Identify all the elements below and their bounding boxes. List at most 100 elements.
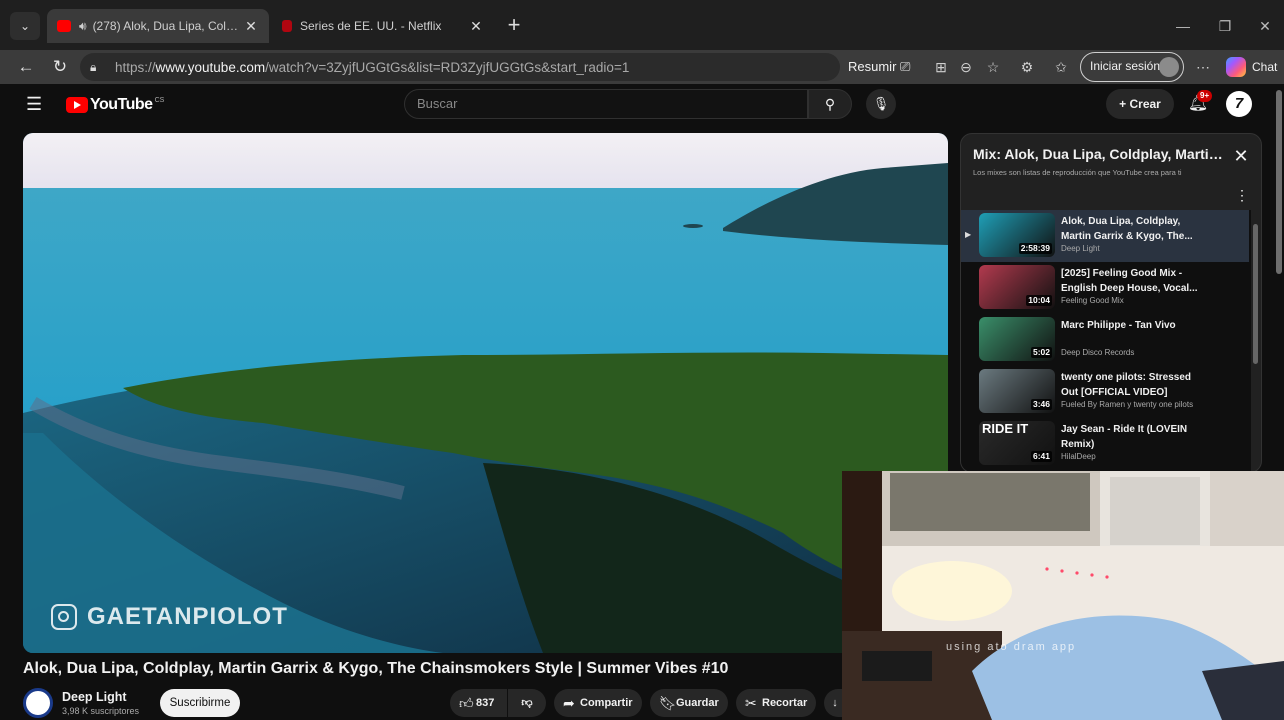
playlist-item-channel: Fueled By Ramen y twenty one pilots — [1061, 400, 1194, 409]
new-tab-icon[interactable]: + — [502, 14, 526, 38]
share-icon: ➦ — [563, 695, 575, 711]
watermark-text: GAETANPIOLOT — [87, 603, 288, 630]
webcam-overlay: using ato dram app — [842, 471, 1284, 720]
playlist-item-channel: HilalDeep — [1061, 452, 1096, 461]
video-title: Alok, Dua Lipa, Coldplay, Martin Garrix … — [23, 660, 729, 677]
playlist-thumbnail: 3:46 — [979, 369, 1055, 413]
clip-label: Recortar — [762, 697, 808, 709]
region-code: CS — [154, 96, 165, 104]
mix-playlist-panel: Mix: Alok, Dua Lipa, Coldplay, Martin Ga… — [960, 133, 1262, 473]
favorites-icon[interactable]: ✩ — [1050, 55, 1072, 79]
back-icon[interactable]: ← — [14, 55, 38, 79]
app-view-icon[interactable]: ⊞ — [930, 55, 952, 79]
browser-tab-netflix[interactable]: Series de EE. UU. - Netflix ✕ — [272, 9, 494, 43]
save-button[interactable]: 🔖︎ Guardar — [650, 689, 728, 717]
thumbnail-text: RIDE IT — [982, 421, 1029, 436]
duration-badge: 2:58:39 — [1018, 243, 1052, 254]
favorite-star-icon[interactable]: ☆ — [982, 55, 1004, 79]
clip-button[interactable]: ✂ Recortar — [736, 689, 816, 717]
subscribe-button[interactable]: Suscribirme — [160, 689, 240, 717]
copilot-chat-button[interactable]: Chat — [1226, 54, 1277, 80]
youtube-logo[interactable]: YouTube CS — [66, 93, 164, 117]
share-button[interactable]: ➦ Compartir — [554, 689, 642, 717]
duration-badge: 3:46 — [1030, 399, 1052, 410]
close-playlist-icon[interactable]: ✕ — [1231, 146, 1251, 166]
browser-tab-bar: ⌄ 🔊︎ (278) Alok, Dua Lipa, Coldplay, M ✕… — [0, 0, 1284, 50]
playlist-item[interactable]: 10:04 [2025] Feeling Good Mix - English D… — [961, 262, 1249, 314]
playlist-item[interactable]: RIDE IT 6:41 Jay Sean - Ride It (LOVEIN Re… — [961, 418, 1249, 470]
channel-avatar[interactable] — [23, 688, 53, 718]
channel-name[interactable]: Deep Light — [62, 690, 127, 704]
tab-actions-menu-icon[interactable]: ⌄ — [10, 12, 40, 40]
youtube-favicon-icon — [57, 20, 71, 32]
create-label: Crear — [1129, 97, 1161, 111]
youtube-play-icon — [66, 97, 88, 113]
playlist-thumbnail: RIDE IT 6:41 — [979, 421, 1055, 465]
zoom-icon[interactable]: ⊖ — [955, 55, 977, 79]
playlist-item[interactable]: 3:46 twenty one pilots: Stressed Out [OFF… — [961, 366, 1249, 418]
playlist-item-channel: Deep Disco Records — [1061, 348, 1135, 357]
url-prefix: https:// — [115, 59, 156, 75]
tab-title: (278) Alok, Dua Lipa, Coldplay, M — [92, 19, 243, 33]
playlist-item-title: twenty one pilots: Stressed Out [OFFICIA… — [1061, 372, 1192, 398]
playlist-item-title: [2025] Feeling Good Mix - English Deep H… — [1061, 268, 1198, 294]
bookmark-icon: 🔖︎ — [659, 695, 677, 711]
summarize-button[interactable]: Resumir ⎚ — [848, 55, 910, 79]
dislike-button[interactable]: 👎︎ — [508, 689, 546, 717]
playlist-more-icon[interactable]: ⋮ — [1235, 186, 1249, 204]
refresh-icon[interactable]: ↻ — [48, 55, 72, 79]
playlist-scrollbar[interactable] — [1253, 224, 1258, 364]
more-options-icon[interactable]: ⋯ — [1192, 55, 1214, 79]
playlist-item-title: Marc Philippe - Tan Vivo — [1061, 320, 1176, 331]
playlist-thumbnail: 2:58:39 — [979, 213, 1055, 257]
search-icon[interactable]: ⚲ — [808, 89, 852, 119]
duration-badge: 10:04 — [1026, 295, 1052, 306]
youtube-wordmark: YouTube — [90, 96, 153, 113]
search-input[interactable]: Buscar — [404, 89, 808, 119]
create-button[interactable]: + Crear — [1106, 89, 1174, 119]
playlist-title[interactable]: Mix: Alok, Dua Lipa, Coldplay, Martin Ga… — [973, 146, 1223, 162]
video-frame — [23, 133, 948, 653]
profile-avatar-icon — [1159, 57, 1179, 77]
audio-playing-icon[interactable]: 🔊︎ — [79, 19, 87, 34]
webcam-frame — [842, 471, 1284, 720]
account-avatar[interactable]: 7 — [1226, 91, 1252, 117]
microphone-icon[interactable]: 🎙︎ — [866, 89, 896, 119]
close-window-icon[interactable]: ✕ — [1252, 14, 1278, 38]
summarize-icon: ⎚ — [900, 59, 911, 74]
chat-label: Chat — [1252, 60, 1278, 74]
thumbs-up-icon: 👍︎ — [459, 695, 474, 711]
playlist-item[interactable]: 5:02 Marc Philippe - Tan Vivo Deep Disco R… — [961, 314, 1249, 366]
summarize-label: Resumir — [848, 59, 897, 74]
video-player[interactable]: GAETANPIOLOT — [23, 133, 948, 653]
like-count: 837 — [476, 697, 495, 709]
share-label: Compartir — [580, 697, 633, 709]
scissors-icon: ✂ — [745, 695, 757, 711]
instagram-icon — [51, 604, 77, 630]
now-playing-icon: ▶ — [965, 230, 972, 239]
close-tab-icon[interactable]: ✕ — [468, 18, 484, 35]
browser-tab-youtube[interactable]: 🔊︎ (278) Alok, Dua Lipa, Coldplay, M ✕ — [47, 9, 269, 43]
extensions-icon[interactable]: ⚙ — [1016, 55, 1038, 79]
playlist-item-channel: Deep Light — [1061, 244, 1100, 253]
duration-badge: 5:02 — [1030, 347, 1052, 358]
playlist-item-channel: Feeling Good Mix — [1061, 296, 1124, 305]
close-tab-icon[interactable]: ✕ — [243, 18, 259, 35]
playlist-item-title: Alok, Dua Lipa, Coldplay, Martin Garrix … — [1061, 216, 1193, 242]
thumbs-down-icon: 👎︎ — [521, 697, 533, 709]
sign-in-button[interactable]: Iniciar sesión — [1080, 52, 1184, 82]
address-bar[interactable]: 🔒︎ https://www.youtube.com/watch?v=3Zyjf… — [80, 53, 840, 81]
video-watermark: GAETANPIOLOT — [51, 601, 288, 633]
duration-badge: 6:41 — [1030, 451, 1052, 462]
like-button[interactable]: 👍︎ 837 — [450, 689, 507, 717]
playlist-item[interactable]: ▶ 2:58:39 Alok, Dua Lipa, Coldplay, Martin… — [961, 210, 1249, 262]
menu-icon[interactable]: ☰ — [26, 94, 50, 116]
copilot-icon — [1226, 57, 1246, 77]
minimize-icon[interactable]: — — [1170, 14, 1196, 38]
playlist-items: ▶ 2:58:39 Alok, Dua Lipa, Coldplay, Martin… — [961, 210, 1251, 472]
page-scrollbar[interactable] — [1276, 90, 1282, 274]
notifications-badge: 9+ — [1197, 90, 1213, 102]
restore-icon[interactable]: ❐ — [1212, 14, 1238, 38]
playlist-item-title: Jay Sean - Ride It (LOVEIN Remix) — [1061, 424, 1188, 450]
browser-toolbar: ← ↻ 🔒︎ https://www.youtube.com/watch?v=3… — [0, 50, 1284, 84]
